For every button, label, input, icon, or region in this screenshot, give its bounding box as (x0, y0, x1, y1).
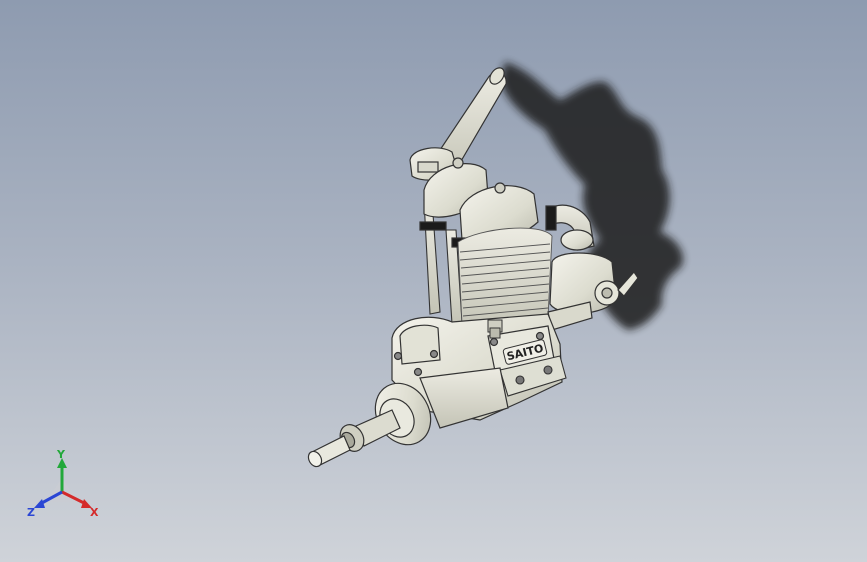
y-axis-label: Y (56, 448, 66, 461)
pushrod-tubes[interactable] (423, 199, 463, 325)
z-axis-arrow (34, 499, 45, 508)
glow-plug[interactable] (487, 319, 503, 339)
graphics-viewport[interactable]: SAITO Y X Z (0, 0, 867, 562)
x-axis-label: X (90, 506, 99, 519)
engine-model-view[interactable]: SAITO (0, 0, 867, 562)
z-axis-label: Z (27, 506, 35, 519)
orientation-triad[interactable]: Y X Z (26, 448, 106, 524)
